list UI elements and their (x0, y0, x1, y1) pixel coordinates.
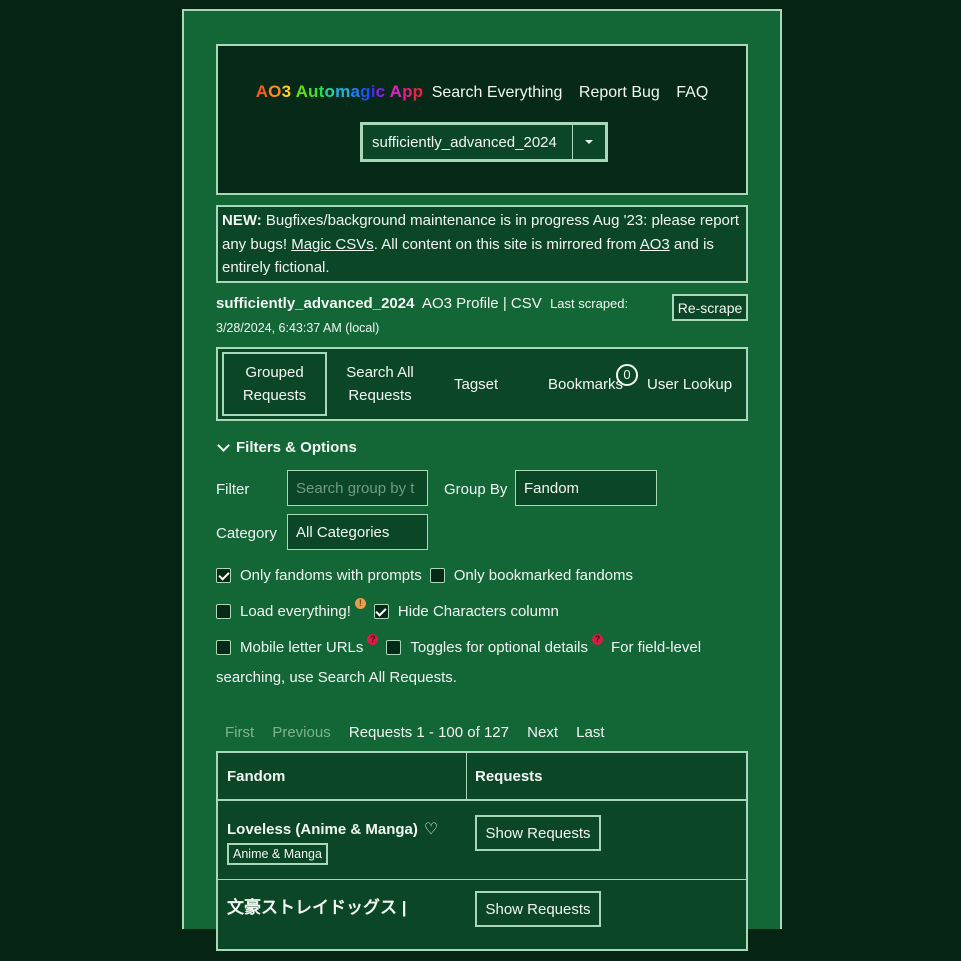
collection-select-toggle[interactable] (572, 125, 605, 159)
username: sufficiently_advanced_2024 (216, 295, 415, 312)
nav-search-everything[interactable]: Search Everything (432, 84, 563, 101)
requests-table: Fandom Requests Loveless (Anime & Manga)… (216, 751, 748, 951)
category-tag[interactable]: Anime & Manga (227, 843, 328, 865)
fandom-title: 文豪ストレイドッグス | (227, 898, 407, 917)
warning-icon[interactable]: ! (354, 598, 366, 609)
logo-letter: A (389, 82, 403, 101)
tab-label: Requests (348, 387, 412, 404)
tab-bar: Grouped Requests Search All Requests Tag… (216, 347, 748, 421)
tab-user-lookup[interactable]: User Lookup (647, 373, 732, 396)
notice-banner: NEW: Bugfixes/background maintenance is … (216, 205, 748, 283)
logo-letter: p (412, 82, 424, 101)
csv-link[interactable]: CSV (511, 295, 542, 312)
ao3-profile-link[interactable]: AO3 Profile (422, 295, 499, 312)
groupby-select[interactable]: Fandom (515, 470, 657, 506)
tab-label: Grouped (245, 364, 304, 381)
mobile-letter-urls-checkbox[interactable] (216, 640, 231, 655)
fandom-name: Loveless (Anime & Manga) ♡ (227, 819, 438, 839)
site-header: AO3 Automagic App Search Everything Repo… (216, 44, 748, 195)
hint-text: For field-level (611, 639, 702, 656)
filter-search-input[interactable]: Search group by t (287, 470, 428, 506)
column-divider (466, 753, 467, 801)
separator: | (498, 295, 511, 312)
option-label: Load everything! (240, 603, 351, 620)
notice-prefix: NEW: (222, 212, 262, 229)
logo-letter: a (350, 82, 361, 101)
hide-characters-checkbox[interactable] (373, 604, 389, 619)
tab-bookmarks[interactable]: Bookmarks (548, 373, 623, 396)
collection-select-value: sufficiently_advanced_2024 (372, 133, 557, 151)
logo-letter: A (295, 82, 309, 101)
ao3-link[interactable]: AO3 (640, 236, 670, 253)
previous-page-link[interactable]: Previous (272, 724, 330, 741)
groupby-label: Group By (444, 481, 508, 498)
option-label: Only fandoms with prompts (240, 567, 422, 584)
table-row: Loveless (Anime & Manga) ♡ Anime & Manga … (218, 803, 746, 880)
collection-select[interactable]: sufficiently_advanced_2024 (360, 122, 608, 162)
filter-label: Filter (216, 481, 250, 498)
show-requests-button[interactable]: Show Requests (475, 891, 601, 927)
filter-fields: Filter Search group by t Group By Fandom… (216, 470, 748, 570)
chevron-down-icon (217, 439, 230, 452)
tab-search-all-requests[interactable]: Search All Requests (336, 361, 424, 407)
tab-tagset[interactable]: Tagset (454, 373, 498, 396)
tab-label: Bookmarks (548, 376, 624, 393)
option-label: Mobile letter URLs (240, 639, 364, 656)
next-page-link[interactable]: Next (527, 724, 558, 741)
magic-csvs-link[interactable]: Magic CSVs (291, 236, 374, 253)
logo-letter: A (255, 82, 269, 101)
first-page-link[interactable]: First (225, 724, 254, 741)
load-everything-checkbox[interactable] (216, 604, 231, 619)
filters-title: Filters & Options (236, 439, 357, 456)
option-label: Toggles for optional details (410, 639, 589, 656)
option-label: Only bookmarked fandoms (453, 567, 634, 584)
hint-text-2: searching, use Search All Requests. (216, 669, 457, 686)
bookmarks-count-badge: 0 (616, 364, 638, 386)
nav-report-bug[interactable]: Report Bug (579, 84, 660, 101)
caret-down-icon (585, 140, 593, 144)
profile-info: sufficiently_advanced_2024 AO3 Profile |… (216, 292, 748, 342)
logo-letter: 3 (281, 82, 292, 101)
table-header: Fandom Requests (218, 753, 746, 801)
tab-grouped-requests[interactable]: Grouped Requests (222, 352, 327, 416)
tab-label: Search All (346, 364, 414, 381)
logo-letter: m (335, 82, 351, 101)
logo-letter: o (324, 82, 336, 101)
filter-options: Only fandoms with prompts Only bookmarke… (216, 567, 748, 707)
logo-letter: p (402, 82, 413, 101)
pagination: First Previous Requests 1 - 100 of 127 N… (216, 724, 748, 741)
main-panel: AO3 Automagic App Search Everything Repo… (182, 9, 782, 951)
notice-text-2: . All content on this site is mirrored f… (373, 235, 640, 253)
rescrape-button[interactable]: Re-scrape (672, 294, 748, 321)
tab-label: Requests (242, 387, 307, 404)
last-scraped-label: Last scraped: (550, 296, 629, 311)
option-label: Hide Characters column (397, 603, 559, 620)
top-nav: AO3 Automagic App Search Everything Repo… (218, 82, 746, 102)
column-header-fandom[interactable]: Fandom (227, 768, 285, 785)
show-requests-button[interactable]: Show Requests (475, 815, 601, 851)
logo-letter: O (268, 82, 282, 101)
help-icon[interactable]: ? (367, 634, 379, 645)
category-select[interactable]: All Categories (287, 514, 428, 550)
category-label: Category (216, 525, 277, 542)
pagination-info: Requests 1 - 100 of 127 (348, 724, 509, 741)
logo-letter: u (308, 82, 319, 101)
filters-toggle[interactable]: Filters & Options (216, 439, 748, 456)
last-page-link[interactable]: Last (576, 724, 604, 741)
column-header-requests: Requests (475, 768, 543, 785)
nav-faq[interactable]: FAQ (676, 84, 708, 101)
optional-details-checkbox[interactable] (386, 640, 402, 655)
heart-icon[interactable]: ♡ (424, 819, 438, 839)
only-bookmarked-checkbox[interactable] (429, 568, 445, 583)
logo-letter: c (375, 82, 386, 101)
app-logo[interactable]: AO3 Automagic App (256, 82, 424, 101)
last-scraped-value: 3/28/2024, 6:43:37 AM (local) (216, 321, 380, 335)
fandom-title: Loveless (Anime & Manga) (227, 821, 418, 838)
only-prompts-checkbox[interactable] (216, 568, 231, 583)
logo-letter: g (360, 82, 371, 101)
table-row: 文豪ストレイドッグス | Show Requests (218, 881, 746, 961)
help-icon[interactable]: ? (592, 634, 604, 645)
